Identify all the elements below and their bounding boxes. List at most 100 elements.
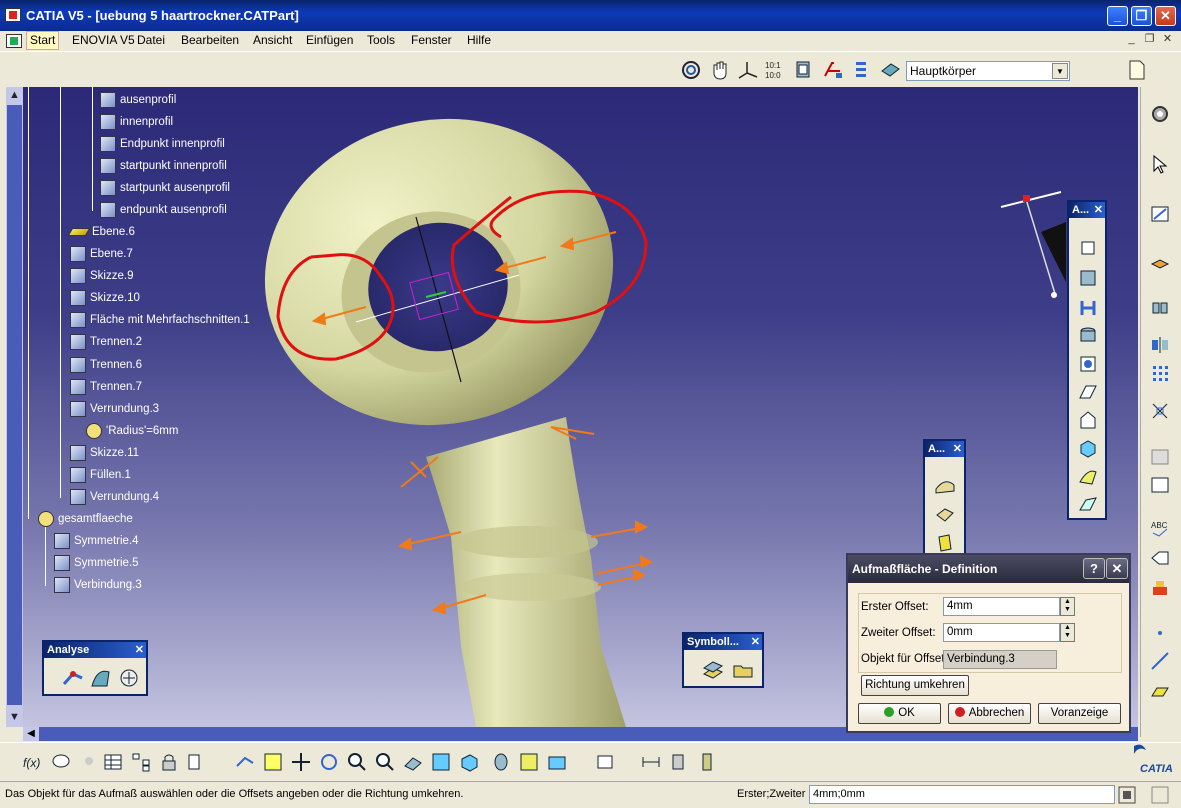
sweep-icon[interactable] [1076, 296, 1100, 320]
plane-tool-icon[interactable] [1149, 680, 1171, 702]
scroll-left-icon[interactable]: ◀ [23, 727, 39, 741]
blend-icon[interactable] [1076, 408, 1100, 432]
draft-analysis-icon[interactable] [117, 666, 141, 690]
shading-icon[interactable] [490, 751, 512, 773]
axis-system-icon[interactable] [737, 59, 759, 81]
point-dot-icon[interactable] [1149, 622, 1171, 644]
surface-layer-icon[interactable] [701, 658, 725, 682]
solid-surface-icon[interactable] [933, 531, 957, 555]
tree-node[interactable]: Trennen.7 [70, 377, 142, 397]
doc-minimize-button[interactable]: _ [1124, 33, 1139, 47]
rotate-icon[interactable] [318, 751, 340, 773]
measure-icon[interactable] [1149, 473, 1171, 495]
menu-bearbeiten[interactable]: Bearbeiten [181, 33, 239, 47]
update-icon[interactable] [594, 751, 616, 773]
catia-app-icon[interactable] [5, 8, 21, 22]
new-document-icon[interactable] [1126, 59, 1148, 81]
connect-checker-icon[interactable] [61, 666, 85, 690]
close-icon[interactable]: ✕ [953, 441, 962, 457]
draft-surface-icon[interactable] [1076, 464, 1100, 488]
cylinder-icon[interactable] [1076, 324, 1100, 348]
maximize-button[interactable]: ❐ [1131, 6, 1152, 26]
menu-enovia[interactable]: ENOVIA V5 [72, 33, 135, 47]
object-field[interactable]: Verbindung.3 [943, 650, 1057, 669]
pan-hand-icon[interactable] [709, 59, 731, 81]
folder-surface-icon[interactable] [731, 658, 755, 682]
pattern-icon[interactable] [1149, 362, 1171, 384]
menu-tools[interactable]: Tools [367, 33, 395, 47]
reverse-direction-button[interactable]: Richtung umkehren [861, 675, 969, 696]
tree-node[interactable]: Skizze.11 [70, 443, 139, 463]
hide-show-toggle-icon[interactable] [518, 751, 540, 773]
surfaces-toolbox-title[interactable]: A... ✕ [1069, 202, 1105, 218]
tree-node[interactable]: Trennen.6 [70, 355, 142, 375]
knowledge-icon[interactable] [78, 751, 100, 773]
preview-button[interactable]: Voranzeige [1038, 703, 1121, 724]
tree-node[interactable]: Skizze.9 [70, 266, 133, 286]
list-icon[interactable] [186, 751, 208, 773]
tree-node[interactable]: Fläche mit Mehrfachschnitten.1 [70, 310, 250, 330]
tree-node[interactable]: Verbindung.3 [54, 575, 142, 595]
tree-node[interactable]: ausenprofil [100, 90, 176, 110]
scroll-up-icon[interactable]: ▲ [6, 87, 23, 103]
analyse-toolbox-title[interactable]: Analyse ✕ [44, 642, 146, 658]
vertical-scrollbar[interactable]: ▲ ▼ [6, 87, 23, 727]
symmetry-tool-icon[interactable] [1149, 334, 1171, 356]
sketcher-icon[interactable] [1149, 203, 1171, 225]
spell-check-icon[interactable]: ABC [1149, 517, 1171, 539]
expand-panel-icon[interactable] [1150, 785, 1170, 805]
tree-node[interactable]: Trennen.2 [70, 332, 142, 352]
menu-ansicht[interactable]: Ansicht [253, 33, 292, 47]
help-button[interactable]: ? [1083, 558, 1105, 579]
tree-node[interactable]: innenprofil [100, 112, 173, 132]
operations-toolbox-title[interactable]: A... ✕ [925, 441, 964, 457]
iso-view-icon[interactable] [458, 751, 480, 773]
cube-icon[interactable] [1076, 436, 1100, 460]
select-arrow-icon[interactable] [1149, 153, 1171, 175]
rotate-view-icon[interactable] [680, 59, 702, 81]
boolean-icon[interactable] [1149, 445, 1171, 467]
power-input-button-icon[interactable] [1117, 785, 1137, 805]
chevron-down-icon[interactable]: ▼ [1052, 63, 1068, 79]
menu-fenster[interactable]: Fenster [411, 33, 452, 47]
tree-node[interactable]: Füllen.1 [70, 465, 131, 485]
measure-inertia-icon[interactable] [696, 751, 718, 773]
revolve-icon[interactable] [1076, 266, 1100, 290]
document-icon[interactable] [6, 34, 22, 48]
view-mode-icon[interactable] [793, 59, 815, 81]
doc-close-button[interactable]: ✕ [1160, 33, 1175, 47]
tree-node[interactable]: Ebene.6 [67, 222, 135, 242]
minimize-button[interactable]: _ [1107, 6, 1128, 26]
close-icon[interactable]: ✕ [135, 642, 144, 658]
power-input-field[interactable]: 4mm;0mm [809, 785, 1115, 804]
cancel-button[interactable]: Abbrechen [948, 703, 1031, 724]
second-offset-spinner[interactable]: ▲ ▼ [1060, 623, 1075, 642]
ok-button[interactable]: OK [858, 703, 941, 724]
new-body-icon[interactable] [879, 59, 901, 81]
tree-node[interactable]: gesamtflaeche [38, 509, 133, 529]
tree-node[interactable]: Symmetrie.5 [54, 553, 139, 573]
close-icon[interactable]: ✕ [1094, 202, 1103, 218]
first-offset-spinner[interactable]: ▲ ▼ [1060, 597, 1075, 616]
menu-start[interactable]: Start [26, 31, 60, 50]
layers-icon[interactable] [851, 59, 873, 81]
tree-node[interactable]: endpunkt ausenprofil [100, 200, 227, 220]
menu-hilfe[interactable]: Hilfe [467, 33, 491, 47]
tree-structure-icon[interactable] [130, 751, 152, 773]
line-icon[interactable] [1149, 650, 1171, 672]
tree-node[interactable]: 'Radius'=6mm [86, 421, 178, 441]
extrude-icon[interactable] [1076, 236, 1100, 260]
swap-visible-icon[interactable] [546, 751, 568, 773]
doc-restore-button[interactable]: ❐ [1142, 33, 1157, 47]
scale-tool-icon[interactable] [1149, 400, 1171, 422]
tree-node[interactable]: Verrundung.4 [70, 487, 159, 507]
table-icon[interactable] [102, 751, 124, 773]
tree-node[interactable]: Ebene.7 [70, 244, 133, 264]
offset-surface-icon[interactable] [933, 473, 957, 497]
multi-section-icon[interactable] [1076, 380, 1100, 404]
body-select[interactable]: Hauptkörper ▼ [906, 61, 1070, 81]
pan-icon[interactable] [290, 751, 312, 773]
fit-all-icon[interactable] [262, 751, 284, 773]
lock-icon[interactable] [158, 751, 180, 773]
scale-icon[interactable]: 10:110:0 [764, 59, 786, 81]
